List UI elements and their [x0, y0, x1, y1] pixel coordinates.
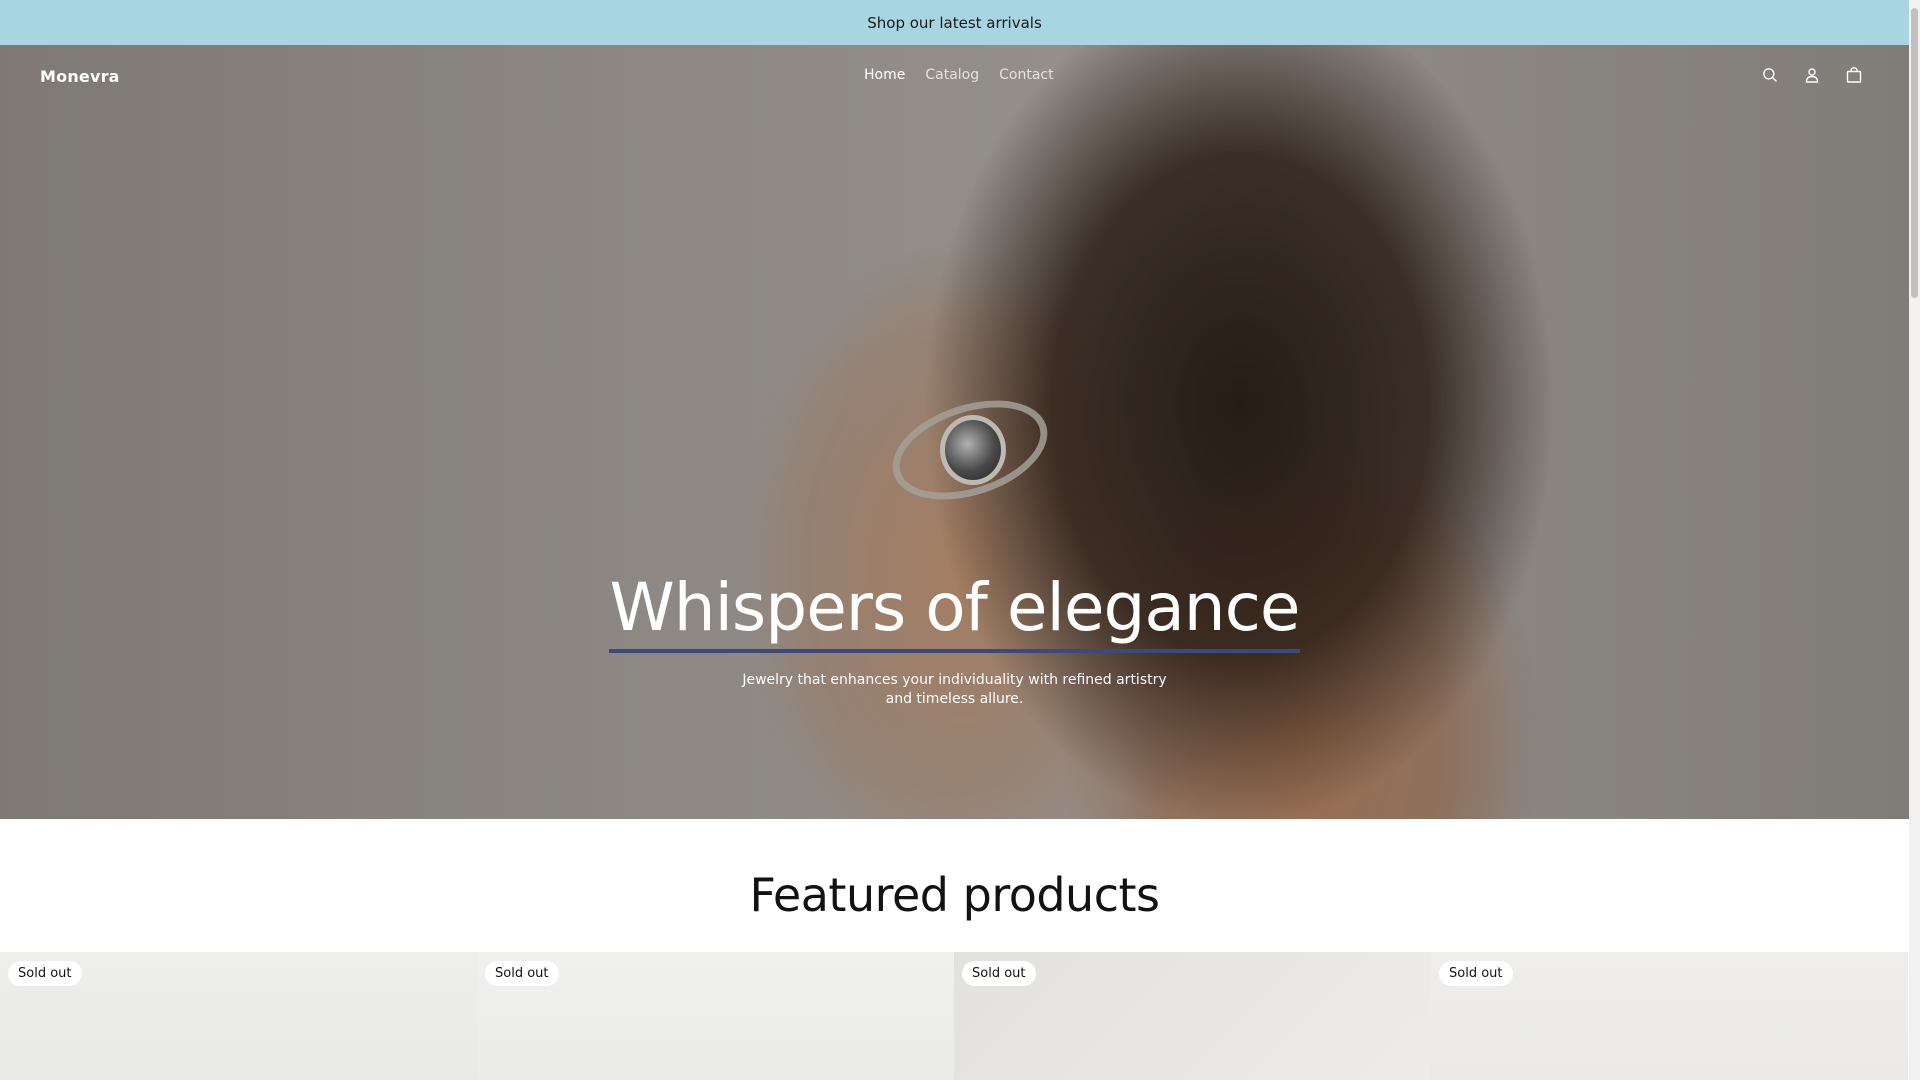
page-scrollbar[interactable] — [1909, 0, 1920, 1080]
sold-out-badge: Sold out — [485, 961, 559, 986]
hero-title-underline: Whispers of elegance — [609, 569, 1301, 653]
nav-contact[interactable]: Contact — [999, 67, 1053, 83]
site-header: Monevra Home Catalog Contact — [0, 45, 1909, 109]
hero-title: Whispers of elegance — [609, 569, 1300, 646]
page: Shop our latest arrivals Whispers of ele… — [0, 0, 1920, 1080]
featured-products-title: Featured products — [749, 868, 1160, 922]
scrollbar-thumb[interactable] — [1911, 8, 1918, 298]
sold-out-badge: Sold out — [962, 961, 1036, 986]
hero-banner: Whispers of elegance Jewelry that enhanc… — [0, 45, 1909, 819]
announcement-bar[interactable]: Shop our latest arrivals — [0, 0, 1909, 45]
header-icons — [1760, 65, 1864, 85]
hero-subtitle: Jewelry that enhances your individuality… — [742, 672, 1167, 707]
account-icon[interactable] — [1802, 65, 1822, 85]
product-card[interactable]: Sold out — [0, 952, 477, 1080]
sold-out-badge: Sold out — [1439, 961, 1513, 986]
nav-catalog[interactable]: Catalog — [925, 67, 979, 83]
sold-out-badge: Sold out — [8, 961, 82, 986]
hero-content: Whispers of elegance Jewelry that enhanc… — [0, 575, 1909, 709]
product-card[interactable]: Sold out — [477, 952, 954, 1080]
announcement-text[interactable]: Shop our latest arrivals — [867, 14, 1042, 32]
nav-home[interactable]: Home — [864, 67, 905, 83]
search-icon[interactable] — [1760, 65, 1780, 85]
main-nav: Home Catalog Contact — [864, 67, 1054, 83]
product-card[interactable]: Sold out — [954, 952, 1431, 1080]
site-logo[interactable]: Monevra — [40, 67, 120, 86]
product-grid: Sold out Sold out Sold out Sold out — [0, 952, 1909, 1080]
cart-icon[interactable] — [1844, 65, 1864, 85]
product-card[interactable]: Sold out — [1431, 952, 1908, 1080]
